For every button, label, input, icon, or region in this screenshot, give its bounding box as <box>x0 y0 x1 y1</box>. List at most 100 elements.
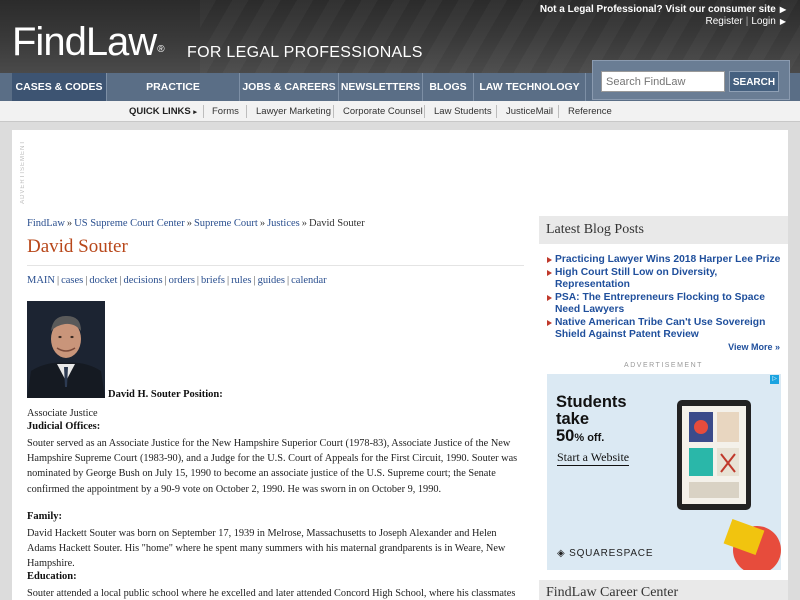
quick-link-lawyer-marketing[interactable]: Lawyer Marketing <box>256 101 331 122</box>
subnav-main[interactable]: MAIN <box>27 275 55 286</box>
subnav-rules[interactable]: rules <box>231 275 251 286</box>
quick-links-separator <box>424 105 425 118</box>
ad-discount-number: 50 <box>556 427 575 445</box>
justice-subnav: MAIN | cases | docket | decisions | orders | brief… <box>27 275 327 286</box>
career-center-heading: FindLaw Career Center <box>539 580 788 600</box>
search-box: SEARCH <box>592 60 790 100</box>
breadcrumb-supreme-court-center[interactable]: US Supreme Court Center <box>74 218 185 229</box>
subnav-separator: | <box>164 275 167 286</box>
squarespace-logo-icon: ◈ <box>557 548 566 559</box>
logo-registered-mark: ® <box>157 44 164 55</box>
blog-post-link[interactable]: Practicing Lawyer Wins 2018 Harper Lee P… <box>547 254 783 267</box>
nav-law-technology[interactable]: LAW TECHNOLOGY <box>474 73 586 101</box>
quick-links-title: QUICK LINKS ▸ <box>129 101 197 123</box>
breadcrumb-separator: » <box>66 218 73 229</box>
breadcrumb-justices[interactable]: Justices <box>267 218 300 229</box>
subnav-briefs[interactable]: briefs <box>201 275 225 286</box>
subnav-decisions[interactable]: decisions <box>123 275 162 286</box>
breadcrumb-separator: » <box>259 218 266 229</box>
logo-text: FindLaw <box>12 20 157 64</box>
subnav-orders[interactable]: orders <box>169 275 195 286</box>
content-panel: ADVERTISEMENT FindLaw» US Supreme Court C… <box>12 130 788 600</box>
quick-links-separator <box>203 105 204 118</box>
subnav-separator: | <box>287 275 290 286</box>
account-separator: | <box>745 16 749 27</box>
breadcrumb-findlaw[interactable]: FindLaw <box>27 218 65 229</box>
quick-links-separator <box>496 105 497 118</box>
quick-links-separator <box>558 105 559 118</box>
ad-brand-text: SQUARESPACE <box>569 548 654 559</box>
education-text: Souter attended a local public school wh… <box>27 588 516 599</box>
arrow-right-icon: ▶ <box>779 5 786 14</box>
nav-blogs[interactable]: BLOGS <box>423 73 474 101</box>
top-ad-slot: ADVERTISEMENT <box>12 130 788 212</box>
ad-discount-suffix: % off. <box>574 432 605 444</box>
family-text: David Hackett Souter was born on Septemb… <box>27 528 506 570</box>
quick-link-reference[interactable]: Reference <box>568 101 612 122</box>
breadcrumb-separator: » <box>301 218 307 229</box>
judicial-offices-text: Souter served as an Associate Justice fo… <box>27 438 518 495</box>
squarespace-ad[interactable]: ▷ Students take 50% off. Start a Website <box>547 374 781 570</box>
quick-link-justicemail[interactable]: JusticeMail <box>506 101 553 122</box>
bio-position: Associate Justice <box>27 408 98 419</box>
consumer-site-link[interactable]: Not a Legal Professional? Visit our cons… <box>540 4 786 15</box>
search-input[interactable] <box>601 71 725 92</box>
quick-links-separator <box>246 105 247 118</box>
quick-links-title-text: QUICK LINKS <box>129 106 191 117</box>
subnav-calendar[interactable]: calendar <box>291 275 327 286</box>
ad-headline-line-3: 50% off. <box>556 428 627 447</box>
subnav-separator: | <box>253 275 256 286</box>
nav-practice-management[interactable]: PRACTICE MANAGEMENT <box>107 73 240 121</box>
portrait-image <box>27 301 105 398</box>
blog-posts-heading: Latest Blog Posts <box>539 216 788 244</box>
logo-tagline: FOR LEGAL PROFESSIONALS <box>187 44 423 61</box>
subnav-cases[interactable]: cases <box>61 275 83 286</box>
account-links: Register | Login ▶ <box>706 16 786 27</box>
arrow-right-icon: ▶ <box>779 17 786 26</box>
ad-headline-line-2: take <box>556 410 590 428</box>
nav-jobs-careers[interactable]: JOBS & CAREERS <box>240 73 339 101</box>
findlaw-logo[interactable]: FindLaw® <box>12 20 165 65</box>
bio-name-position: David H. Souter Position: <box>108 389 223 400</box>
quick-link-forms[interactable]: Forms <box>212 101 239 122</box>
judicial-offices-heading: Judicial Offices: <box>27 421 101 432</box>
search-button[interactable]: SEARCH <box>729 71 779 92</box>
tablet-illustration <box>677 400 781 570</box>
breadcrumb-separator: » <box>186 218 192 229</box>
subnav-separator: | <box>57 275 60 286</box>
subnav-separator: | <box>226 275 230 286</box>
breadcrumb: FindLaw» US Supreme Court Center» Supreme … <box>27 218 365 229</box>
subnav-separator: | <box>85 275 88 286</box>
adchoices-icon[interactable]: ▷ <box>770 375 779 384</box>
quick-link-law-students[interactable]: Law Students <box>434 101 492 122</box>
breadcrumb-supreme-court[interactable]: Supreme Court <box>194 218 258 229</box>
blog-post-link[interactable]: PSA: The Entrepreneurs Flocking to Space… <box>547 292 783 317</box>
family-heading: Family: <box>27 511 62 522</box>
blog-post-link[interactable]: High Court Still Low on Diversity, Repre… <box>547 267 783 292</box>
view-more-link[interactable]: View More » <box>728 342 780 352</box>
nav-newsletters[interactable]: NEWSLETTERS <box>339 73 423 101</box>
advertisement-label: ADVERTISEMENT <box>20 140 26 204</box>
title-divider <box>27 265 524 266</box>
ad-brand: ◈ SQUARESPACE <box>557 548 653 559</box>
justice-portrait <box>27 301 105 398</box>
sidebar-advertisement-label: ADVERTISEMENT <box>624 362 703 369</box>
breadcrumb-current: David Souter <box>309 218 365 229</box>
blog-post-link[interactable]: Native American Tribe Can't Use Sovereig… <box>547 317 783 342</box>
consumer-site-link-text: Not a Legal Professional? Visit our cons… <box>539 4 776 15</box>
subnav-guides[interactable]: guides <box>258 275 285 286</box>
ad-cta-link[interactable]: Start a Website <box>557 450 630 466</box>
education-heading: Education: <box>27 571 77 582</box>
register-link[interactable]: Register <box>706 16 743 27</box>
subnav-separator: | <box>196 275 200 286</box>
subnav-separator: | <box>119 275 122 286</box>
chevron-right-icon: ▸ <box>193 109 197 116</box>
subnav-docket[interactable]: docket <box>89 275 117 286</box>
ad-headline: Students take 50% off. <box>556 394 627 447</box>
login-link[interactable]: Login <box>751 16 775 27</box>
nav-cases-codes[interactable]: CASES & CODES <box>12 73 107 101</box>
ad-headline-line-1: Students <box>556 393 627 411</box>
quick-links-separator <box>333 105 334 118</box>
blog-post-list: Practicing Lawyer Wins 2018 Harper Lee P… <box>547 254 783 342</box>
quick-link-corporate-counsel[interactable]: Corporate Counsel <box>343 101 423 122</box>
